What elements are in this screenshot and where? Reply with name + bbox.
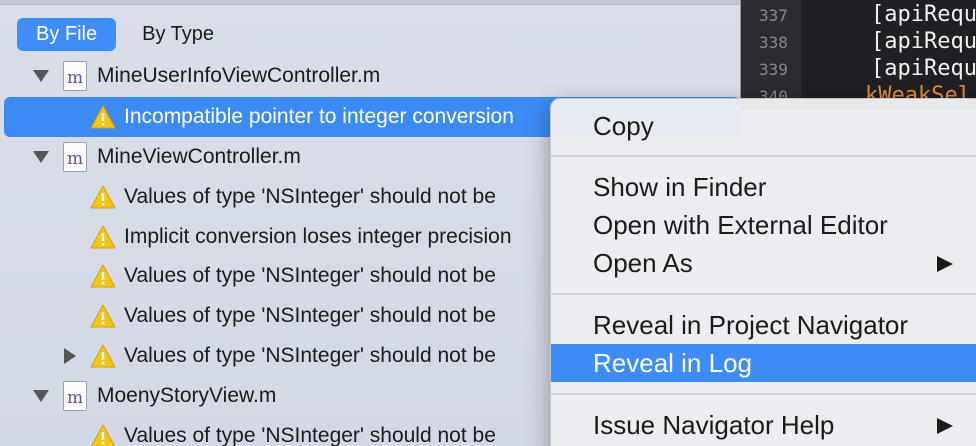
objc-file-icon xyxy=(63,142,87,172)
menu-item-label: Open As xyxy=(593,248,693,278)
disclosure-expanded-icon[interactable] xyxy=(33,151,49,163)
warning-icon xyxy=(90,424,116,446)
menu-separator xyxy=(551,393,976,395)
menu-item-label: Open with External Editor xyxy=(593,210,888,240)
navigator-top-divider xyxy=(0,0,740,5)
menu-item-label: Reveal in Project Navigator xyxy=(593,310,909,340)
issue-message: Values of type 'NSInteger' should not be xyxy=(124,344,496,367)
tab-by-file[interactable]: By File xyxy=(17,18,117,51)
objc-file-icon xyxy=(63,381,87,411)
menu-item-open-with-external-editor[interactable]: Open with External Editor xyxy=(551,206,976,244)
code-line: [apiRequ xyxy=(871,2,976,27)
issue-message: Incompatible pointer to integer conversi… xyxy=(124,105,514,128)
menu-item-show-in-finder[interactable]: Show in Finder xyxy=(551,168,976,206)
menu-item-reveal-in-project-navigator[interactable]: Reveal in Project Navigator xyxy=(551,306,976,344)
menu-item-issue-navigator-help[interactable]: Issue Navigator Help xyxy=(551,406,976,444)
warning-icon xyxy=(90,185,116,209)
menu-separator xyxy=(551,293,976,295)
disclosure-expanded-icon[interactable] xyxy=(33,390,49,402)
line-number: 339 xyxy=(759,60,788,79)
menu-item-label: Issue Navigator Help xyxy=(593,410,835,440)
menu-item-label: Show in Finder xyxy=(593,172,767,202)
issue-message: Implicit conversion loses integer precis… xyxy=(124,225,512,248)
tab-by-type[interactable]: By Type xyxy=(130,18,226,51)
file-row-mineuserinfoviewcontroller[interactable]: MineUserInfoViewController.m xyxy=(0,56,740,96)
file-name: MineUserInfoViewController.m xyxy=(97,64,381,87)
disclosure-expanded-icon[interactable] xyxy=(33,70,49,82)
file-name: MoenyStoryView.m xyxy=(97,384,277,407)
code-line: [apiRequ xyxy=(871,56,976,81)
warning-icon xyxy=(90,225,116,249)
submenu-arrow-icon xyxy=(937,256,953,272)
menu-separator xyxy=(551,155,976,157)
disclosure-collapsed-icon[interactable] xyxy=(64,348,76,364)
issue-message: Values of type 'NSInteger' should not be xyxy=(124,185,496,208)
source-editor[interactable]: 337 338 339 340 [apiRequ [apiRequ [apiRe… xyxy=(740,0,976,110)
menu-item-label: Reveal in Log xyxy=(593,348,752,378)
warning-icon xyxy=(90,264,116,288)
warning-icon xyxy=(90,105,116,129)
issue-message: Values of type 'NSInteger' should not be xyxy=(124,304,496,327)
menu-item-open-as[interactable]: Open As xyxy=(551,244,976,282)
menu-item-reveal-in-log[interactable]: Reveal in Log xyxy=(551,344,976,382)
context-menu: Copy Show in Finder Open with External E… xyxy=(550,98,976,446)
submenu-arrow-icon xyxy=(937,418,953,434)
menu-item-copy[interactable]: Copy xyxy=(551,107,976,145)
scope-segmented-control: By File By Type xyxy=(17,18,226,51)
warning-icon xyxy=(90,304,116,328)
file-name: MineViewController.m xyxy=(97,145,301,168)
line-number: 337 xyxy=(759,6,788,25)
issue-message: Values of type 'NSInteger' should not be xyxy=(124,424,496,446)
issue-message: Values of type 'NSInteger' should not be xyxy=(124,264,496,287)
line-number: 338 xyxy=(759,33,788,52)
code-line: [apiRequ xyxy=(871,29,976,54)
objc-file-icon xyxy=(63,61,87,91)
warning-icon xyxy=(90,344,116,368)
menu-item-label: Copy xyxy=(593,111,654,141)
